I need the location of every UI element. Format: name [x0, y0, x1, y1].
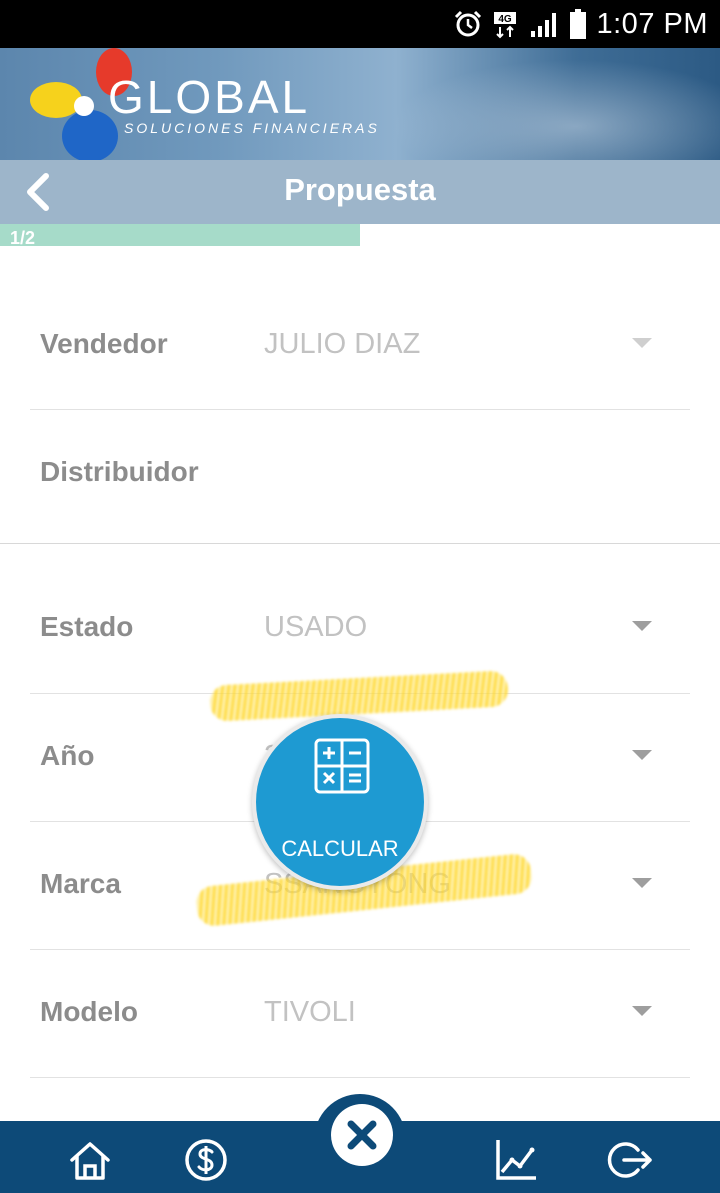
distribuidor-label: Distribuidor — [40, 456, 199, 487]
vendedor-select[interactable]: Vendedor JULIO DIAZ — [30, 280, 690, 408]
marca-label: Marca — [40, 868, 121, 899]
modelo-value: TIVOLI — [264, 996, 356, 1028]
back-arrow-icon[interactable] — [12, 166, 64, 218]
section-divider — [0, 543, 720, 544]
progress-fill — [0, 224, 360, 246]
modelo-label: Modelo — [40, 996, 138, 1027]
calculate-button[interactable]: CALCULAR — [252, 714, 428, 890]
brand-tagline: SOLUCIONES FINANCIERAS — [124, 120, 380, 136]
chart-icon[interactable] — [492, 1136, 540, 1184]
chevron-down-icon — [632, 621, 652, 631]
vendedor-value: JULIO DIAZ — [264, 328, 421, 360]
chevron-down-icon — [632, 1006, 652, 1016]
battery-icon — [569, 9, 586, 39]
network-4g-icon: 4G — [493, 12, 516, 39]
close-icon — [347, 1120, 377, 1150]
status-time: 1:07 PM — [596, 7, 708, 40]
vendedor-label: Vendedor — [40, 328, 168, 359]
estado-label: Estado — [40, 611, 134, 642]
alarm-icon — [454, 10, 481, 37]
signal-icon — [530, 13, 556, 37]
close-button[interactable] — [331, 1104, 393, 1166]
brand-name: GLOBAL — [108, 71, 311, 123]
status-bar: 4G 1:07 PM — [0, 0, 720, 48]
distribuidor-field[interactable]: Distribuidor — [30, 408, 690, 536]
status-icons: 4G 1:07 PM — [453, 0, 709, 48]
dollar-icon[interactable] — [182, 1136, 230, 1184]
calculate-label: CALCULAR — [281, 836, 399, 861]
logout-icon[interactable] — [606, 1136, 654, 1184]
brand-banner: GLOBAL SOLUCIONES FINANCIERAS — [0, 48, 720, 160]
chevron-down-icon — [632, 878, 652, 888]
divider — [30, 1077, 690, 1078]
modelo-select[interactable]: Modelo TIVOLI — [30, 948, 690, 1076]
page-title: Propuesta — [284, 172, 436, 207]
estado-value: USADO — [264, 611, 368, 643]
chevron-down-icon — [632, 338, 652, 348]
svg-text:4G: 4G — [498, 14, 512, 25]
chevron-down-icon — [632, 750, 652, 760]
progress-label: 1/2 — [10, 228, 36, 248]
home-icon[interactable] — [66, 1136, 114, 1184]
estado-select[interactable]: Estado USADO — [30, 563, 690, 691]
anio-label: Año — [40, 740, 95, 771]
app-header: Propuesta — [0, 160, 720, 224]
calculator-icon — [314, 738, 370, 794]
progress-bar: 1/2 — [0, 224, 720, 248]
